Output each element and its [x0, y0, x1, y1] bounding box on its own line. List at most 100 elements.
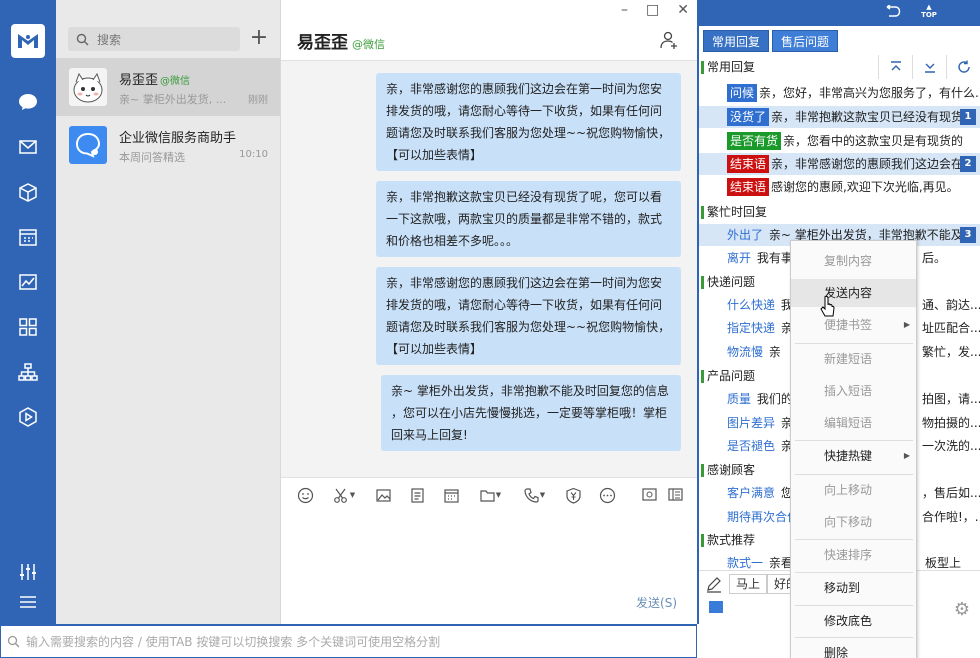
org-chart-icon[interactable] [16, 360, 40, 384]
pin-top-label: TOP [921, 11, 937, 19]
contact-time: 10:10 [239, 149, 268, 160]
reply-tag: 什么快递 [727, 298, 776, 312]
minimize-icon[interactable]: – [621, 2, 628, 18]
tab-common-replies[interactable]: 常用回复 [703, 30, 770, 52]
contact-search-input[interactable]: 搜索 [68, 27, 240, 51]
folder-icon[interactable]: ▼ [475, 485, 505, 505]
reply-tag: 指定快递 [727, 321, 776, 335]
contact-name: 企业微信服务商助手 [119, 131, 237, 146]
pin-top-button[interactable]: ▲ TOP [919, 3, 939, 19]
menu-separator [795, 637, 913, 638]
menu-item-delete[interactable]: 删除 [791, 639, 916, 658]
more-icon[interactable] [597, 485, 617, 505]
send-button[interactable]: 发送(S) [636, 594, 677, 611]
package-icon[interactable] [16, 180, 40, 204]
menu-item-move-up[interactable]: 向上移动 [791, 476, 916, 504]
close-icon[interactable]: ✕ [677, 2, 689, 18]
group-header[interactable]: 常用回复 [699, 55, 980, 79]
menu-item-change-color[interactable]: 修改底色 [791, 607, 916, 635]
document-icon[interactable] [407, 485, 427, 505]
apps-grid-icon[interactable] [16, 315, 40, 339]
history-icon[interactable] [639, 484, 659, 504]
reply-text: 感谢您的惠顾,欢迎下次光临,再见。 [771, 180, 959, 194]
menu-item-bookmark[interactable]: 便捷书签 ▶ [791, 311, 916, 339]
edit-icon[interactable] [705, 575, 725, 595]
sidebar-toggle-icon[interactable] [665, 484, 685, 504]
phone-icon[interactable]: ▼ [519, 485, 549, 505]
message-bubble[interactable]: 亲，非常感谢您的惠顾我们这边会在第一时间为您安 排发货的哦，请您耐心等待一下收货… [376, 267, 681, 365]
reply-text: 我们的 [756, 392, 793, 406]
app-logo [11, 24, 45, 58]
add-contact-button[interactable]: + [248, 27, 270, 50]
reply-item[interactable]: 结束语 感谢您的惠顾,欢迎下次光临,再见。 [699, 176, 980, 198]
calendar-small-icon[interactable] [441, 485, 461, 505]
calendar-icon[interactable] [16, 225, 40, 249]
nav-rail [0, 0, 56, 624]
add-member-icon[interactable] [659, 30, 679, 50]
reply-tag: 结束语 [727, 178, 770, 196]
search-icon [76, 33, 89, 45]
message-bubble[interactable]: 亲，非常抱歉这款宝贝已经没有现货了呢，您可以看 一下这款哦，两款宝贝的质量都是非… [376, 181, 681, 257]
sliders-icon[interactable] [16, 560, 40, 584]
reply-tag: 物流慢 [727, 345, 764, 359]
chart-icon[interactable] [16, 270, 40, 294]
tab-after-sales[interactable]: 售后问题 [772, 30, 839, 52]
reply-tag: 是否褪色 [727, 439, 776, 453]
menu-item-new-phrase[interactable]: 新建短语 [791, 345, 916, 373]
menu-item-send[interactable]: 发送内容 [791, 279, 916, 307]
group-header[interactable]: 繁忙时回复 [699, 202, 980, 222]
reply-tag: 客户满意 [727, 486, 776, 500]
shield-yen-icon[interactable] [563, 485, 583, 505]
move-bottom-icon[interactable] [912, 55, 946, 79]
menu-item-move-down[interactable]: 向下移动 [791, 508, 916, 536]
menu-item-quick-sort[interactable]: 快速排序 [791, 541, 916, 569]
play-hexagon-icon[interactable] [16, 405, 40, 429]
screenshot-scissors-icon[interactable]: ▼ [329, 485, 359, 505]
panel-tabs: 常用回复 售后问题 [703, 30, 839, 52]
contact-preview: 本周问答精选 [119, 151, 185, 164]
reply-item[interactable]: 结束语 亲，非常感谢您的惠顾我们这边会在第 2 [699, 153, 980, 175]
window-controls: – □ ✕ [621, 2, 689, 18]
phrase-search-input[interactable]: 输入需要搜索的内容 / 使用TAB 按键可以切换搜索 多个关键词可使用空格分割 [0, 624, 697, 658]
chat-subtitle: @微信 [352, 38, 385, 51]
menu-item-hotkey[interactable]: 快捷热键 ▶ [791, 442, 916, 470]
app-window: 搜索 + 易歪歪 @微信 亲~ 掌柜外出发货, ... 刚刚 企业微信服务商助手 … [0, 0, 980, 658]
menu-item-move-to[interactable]: 移动到 [791, 574, 916, 602]
search-placeholder: 搜索 [97, 32, 122, 47]
message-bubble[interactable]: 亲~ 掌柜外出发货，非常抱歉不能及时回复您的信息 ，您可以在小店先慢慢挑选，一定… [381, 375, 681, 451]
menu-item-insert-phrase[interactable]: 插入短语 [791, 377, 916, 405]
contact-item-yiwaiwai[interactable]: 易歪歪 @微信 亲~ 掌柜外出发货, ... 刚刚 [56, 58, 280, 116]
search-icon [7, 635, 20, 648]
chat-icon[interactable] [16, 90, 40, 114]
reply-tag: 款式一 [727, 556, 764, 570]
reply-text-tail: 后。 [922, 251, 947, 265]
move-top-icon[interactable] [878, 55, 912, 79]
reply-text: 亲，您看中的这款宝贝是有现货的 [783, 134, 964, 148]
group-title: 快递问题 [707, 275, 756, 289]
undo-icon[interactable] [885, 5, 901, 19]
contact-item-service-assistant[interactable]: 企业微信服务商助手 本周问答精选 10:10 [56, 116, 280, 174]
reply-item[interactable]: 是否有货 亲，您看中的这款宝贝是有现货的 [699, 130, 980, 152]
reply-text-tail: ，售后如... [922, 486, 980, 500]
refresh-icon[interactable] [946, 55, 980, 79]
menu-item-edit-phrase[interactable]: 编辑短语 [791, 409, 916, 437]
maximize-icon[interactable]: □ [646, 2, 659, 18]
reply-item[interactable]: 问候 亲，您好，非常高兴为您服务了，有什么... [699, 82, 980, 104]
folder-icon[interactable] [709, 601, 723, 613]
contact-list-panel: 搜索 + 易歪歪 @微信 亲~ 掌柜外出发货, ... 刚刚 企业微信服务商助手 … [56, 0, 281, 624]
group-title: 感谢顾客 [707, 463, 756, 477]
contact-preview: 亲~ 掌柜外出发货, ... [119, 93, 227, 106]
emoji-icon[interactable] [295, 485, 315, 505]
mail-icon[interactable] [16, 135, 40, 159]
reply-tag: 是否有货 [727, 132, 782, 150]
message-input[interactable] [281, 508, 697, 588]
gear-icon[interactable]: ⚙ [954, 599, 970, 620]
quick-phrase-button[interactable]: 马上 [729, 574, 768, 594]
reply-item[interactable]: 没货了 亲，非常抱歉这款宝贝已经没有现货了 1 [699, 106, 980, 128]
message-bubble[interactable]: 亲，非常感谢您的惠顾我们这边会在第一时间为您安 排发货的哦，请您耐心等待一下收货… [376, 73, 681, 171]
menu-icon[interactable] [16, 590, 40, 614]
group-title: 繁忙时回复 [707, 205, 768, 219]
menu-item-copy[interactable]: 复制内容 [791, 247, 916, 275]
image-icon[interactable] [373, 485, 393, 505]
message-list[interactable]: 亲，非常感谢您的惠顾我们这边会在第一时间为您安 排发货的哦，请您耐心等待一下收货… [281, 60, 697, 478]
